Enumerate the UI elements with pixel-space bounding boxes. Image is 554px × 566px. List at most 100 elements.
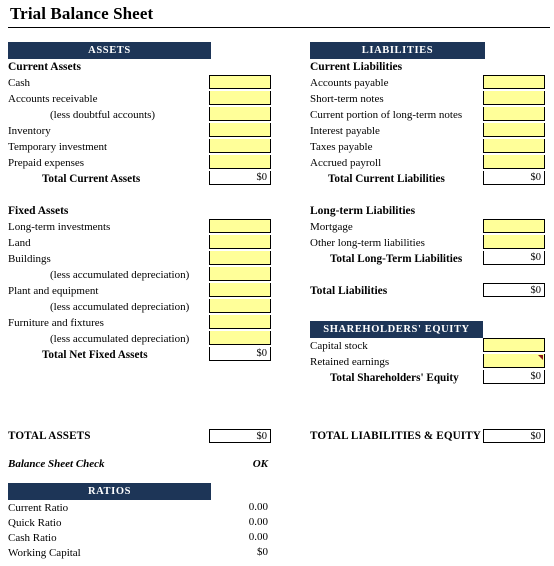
other-long-term-liabilities-input[interactable] (483, 235, 545, 249)
total-current-liabilities-label: Total Current Liabilities (328, 173, 445, 185)
cell-comment-indicator-icon (538, 355, 543, 360)
retained-earnings-input[interactable] (483, 354, 545, 368)
total-shareholders-equity-label: Total Shareholders' Equity (330, 372, 459, 384)
row-label: Temporary investment (8, 141, 108, 153)
row-short-term-notes: Short-term notes (310, 91, 546, 107)
cash-ratio-value: 0.00 (248, 531, 268, 543)
less-accum-depreciation-plant-input[interactable] (209, 299, 271, 313)
total-liabilities-and-equity-row: TOTAL LIABILITIES & EQUITY $0 (310, 428, 546, 444)
row-label: (less doubtful accounts) (50, 109, 156, 121)
row-less-accum-depreciation-plant: (less accumulated depreciation) (8, 299, 271, 315)
row-inventory: Inventory (8, 123, 271, 139)
accrued-payroll-input[interactable] (483, 155, 545, 169)
row-label: Short-term notes (310, 93, 384, 105)
total-liabilities-and-equity-label: TOTAL LIABILITIES & EQUITY (310, 430, 481, 442)
total-assets-label: TOTAL ASSETS (8, 430, 91, 442)
row-label: (less accumulated depreciation) (50, 333, 190, 345)
title-divider (8, 27, 550, 28)
current-portion-long-term-notes-input[interactable] (483, 107, 545, 121)
equity-section-header: SHAREHOLDERS' EQUITY (310, 321, 483, 338)
liabilities-section-header: LIABILITIES (310, 42, 485, 59)
row-label: Accounts receivable (8, 93, 98, 105)
land-input[interactable] (209, 235, 271, 249)
equity-spacer (310, 299, 546, 321)
prepaid-expenses-input[interactable] (209, 155, 271, 169)
row-accounts-receivable: Accounts receivable (8, 91, 271, 107)
less-doubtful-accounts-input[interactable] (209, 107, 271, 121)
row-capital-stock: Capital stock (310, 338, 546, 354)
accounts-payable-input[interactable] (483, 75, 545, 89)
liabilities-column: LIABILITIES Current Liabilities Accounts… (310, 42, 546, 386)
row-current-ratio: Current Ratio 0.00 (8, 500, 271, 515)
less-accum-depreciation-buildings-input[interactable] (209, 267, 271, 281)
mortgage-input[interactable] (483, 219, 545, 233)
row-label: Quick Ratio (8, 517, 62, 529)
capital-stock-input[interactable] (483, 338, 545, 352)
total-liabilities-and-equity-value: $0 (483, 429, 545, 443)
title-bar: Trial Balance Sheet (0, 0, 554, 28)
row-total-long-term-liabilities: Total Long-Term Liabilities $0 (310, 251, 546, 267)
row-land: Land (8, 235, 271, 251)
row-less-accum-depreciation-furniture: (less accumulated depreciation) (8, 331, 271, 347)
inventory-input[interactable] (209, 123, 271, 137)
row-cash-ratio: Cash Ratio 0.00 (8, 530, 271, 545)
total-long-term-liabilities-value: $0 (483, 251, 545, 265)
total-net-fixed-assets-value: $0 (209, 347, 271, 361)
row-prepaid-expenses: Prepaid expenses (8, 155, 271, 171)
row-label: (less accumulated depreciation) (50, 269, 190, 281)
row-label: Land (8, 237, 31, 249)
row-accrued-payroll: Accrued payroll (310, 155, 546, 171)
total-liabilities-label: Total Liabilities (310, 285, 388, 297)
row-total-shareholders-equity: Total Shareholders' Equity $0 (310, 370, 546, 386)
row-total-current-assets: Total Current Assets $0 (8, 171, 271, 187)
total-assets-row: TOTAL ASSETS $0 (8, 428, 271, 444)
row-label: Taxes payable (310, 141, 373, 153)
row-total-liabilities: Total Liabilities $0 (310, 283, 546, 299)
long-term-investments-input[interactable] (209, 219, 271, 233)
buildings-input[interactable] (209, 251, 271, 265)
row-quick-ratio: Quick Ratio 0.00 (8, 515, 271, 530)
row-plant-and-equipment: Plant and equipment (8, 283, 271, 299)
row-label: Accrued payroll (310, 157, 382, 169)
temporary-investment-input[interactable] (209, 139, 271, 153)
less-accum-depreciation-furniture-input[interactable] (209, 331, 271, 345)
row-retained-earnings: Retained earnings (310, 354, 546, 370)
current-ratio-value: 0.00 (248, 501, 268, 513)
taxes-payable-input[interactable] (483, 139, 545, 153)
row-mortgage: Mortgage (310, 219, 546, 235)
furniture-and-fixtures-input[interactable] (209, 315, 271, 329)
row-label: Cash (8, 77, 30, 89)
page-title: Trial Balance Sheet (10, 4, 154, 23)
row-label: Accounts payable (310, 77, 389, 89)
row-less-doubtful-accounts: (less doubtful accounts) (8, 107, 271, 123)
row-working-capital: Working Capital $0 (8, 545, 271, 560)
total-net-fixed-assets-label: Total Net Fixed Assets (42, 349, 148, 361)
row-temporary-investment: Temporary investment (8, 139, 271, 155)
cash-input[interactable] (209, 75, 271, 89)
row-label: Inventory (8, 125, 51, 137)
ratios-section-header: RATIOS (8, 483, 211, 500)
row-accounts-payable: Accounts payable (310, 75, 546, 91)
row-total-net-fixed-assets: Total Net Fixed Assets $0 (8, 347, 271, 363)
row-other-long-term-liabilities: Other long-term liabilities (310, 235, 546, 251)
row-label: Working Capital (8, 547, 81, 559)
liabilities-spacer (310, 187, 546, 203)
balance-sheet-check-row: Balance Sheet Check OK (8, 456, 271, 472)
total-current-assets-label: Total Current Assets (42, 173, 141, 185)
row-label: Capital stock (310, 340, 368, 352)
fixed-assets-group: Fixed Assets (8, 203, 271, 219)
row-label: Long-term investments (8, 221, 111, 233)
row-label: Other long-term liabilities (310, 237, 425, 249)
row-current-portion-long-term-notes: Current portion of long-term notes (310, 107, 546, 123)
row-cash: Cash (8, 75, 271, 91)
short-term-notes-input[interactable] (483, 91, 545, 105)
current-liabilities-label: Current Liabilities (310, 61, 403, 73)
total-assets-value: $0 (209, 429, 271, 443)
interest-payable-input[interactable] (483, 123, 545, 137)
accounts-receivable-input[interactable] (209, 91, 271, 105)
quick-ratio-value: 0.00 (248, 516, 268, 528)
row-label: Current Ratio (8, 502, 69, 514)
current-assets-group: Current Assets (8, 59, 271, 75)
plant-and-equipment-input[interactable] (209, 283, 271, 297)
row-buildings: Buildings (8, 251, 271, 267)
